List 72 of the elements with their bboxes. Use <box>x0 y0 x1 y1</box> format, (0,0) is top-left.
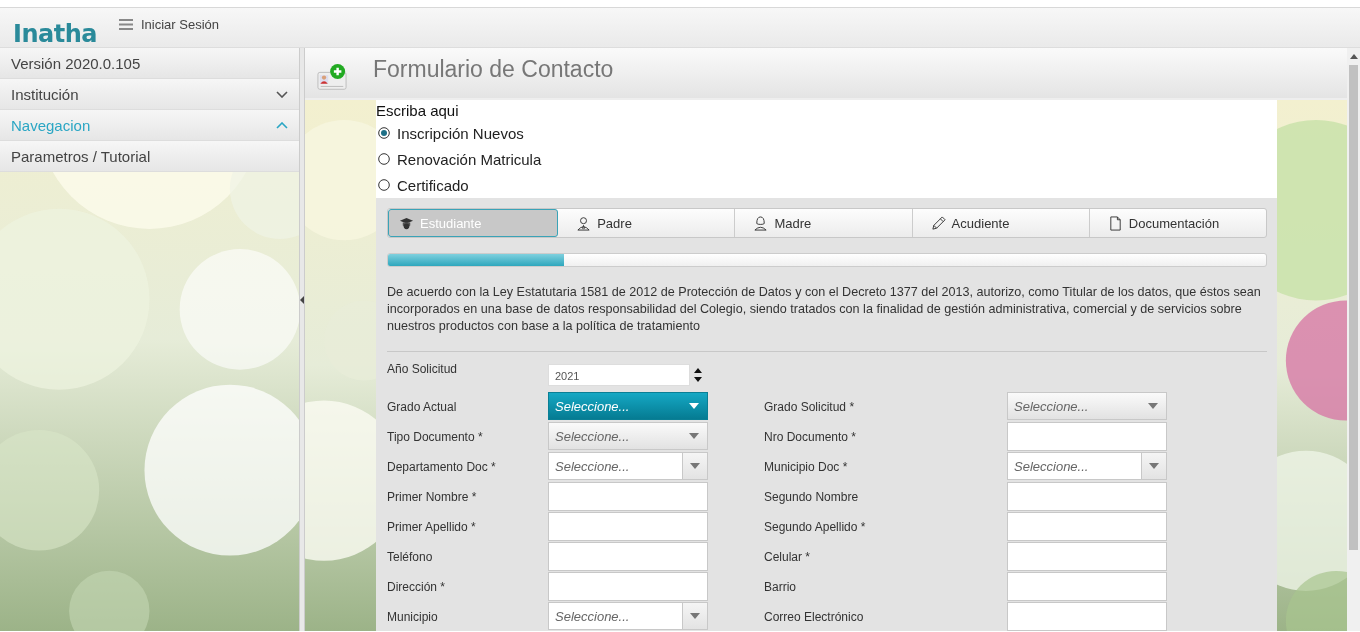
field-label: Dirección * <box>387 579 447 594</box>
input-field[interactable] <box>1007 422 1167 451</box>
menu-icon[interactable] <box>118 19 133 30</box>
person-icon <box>576 215 592 231</box>
prompt-text: Escriba aqui <box>376 102 460 120</box>
dropdown[interactable]: Seleccione... <box>548 452 708 480</box>
scroll-up-icon[interactable] <box>1349 54 1358 59</box>
field-label: Grado Solicitud * <box>764 399 856 414</box>
dropdown-button[interactable] <box>682 453 707 479</box>
field-label: Nro Documento * <box>764 429 858 444</box>
sidebar-item[interactable]: Parametros / Tutorial <box>0 141 299 172</box>
caret-icon <box>690 613 700 619</box>
field-label: Tipo Documento * <box>387 429 484 444</box>
input-field[interactable] <box>548 572 708 601</box>
field-label: Año Solicitud <box>387 362 459 376</box>
radio-option[interactable]: Inscripción Nuevos <box>376 120 1277 146</box>
number-field[interactable]: 2021 <box>548 364 690 386</box>
caret-icon <box>689 433 699 439</box>
dropdown-button[interactable] <box>1141 453 1166 479</box>
input-field[interactable] <box>548 512 708 541</box>
field-label: Celular * <box>764 549 812 564</box>
add-contact-icon <box>316 63 348 93</box>
dropdown[interactable]: Seleccione... <box>1007 392 1167 420</box>
dropdown[interactable]: Seleccione... <box>548 392 708 420</box>
field-label: Barrio <box>764 579 797 594</box>
dropdown[interactable]: Seleccione... <box>548 422 708 450</box>
input-field[interactable] <box>1007 512 1167 541</box>
caret-icon <box>1148 403 1158 409</box>
input-field[interactable] <box>548 482 708 511</box>
field-label: Municipio <box>387 609 439 624</box>
caret-icon <box>1149 463 1159 469</box>
input-field[interactable] <box>1007 482 1167 511</box>
scroll-thumb[interactable] <box>1349 65 1358 550</box>
field-label: Segundo Nombre <box>764 489 860 504</box>
pencil-icon <box>930 215 946 231</box>
field-label: Primer Apellido * <box>387 519 477 534</box>
sidebar-item[interactable]: Institución <box>0 79 299 110</box>
caret-icon <box>689 403 699 409</box>
dropdown-button[interactable] <box>682 603 707 629</box>
graduation-cap-icon <box>399 215 414 231</box>
field-label: Correo Electrónico <box>764 609 865 624</box>
radio-icon[interactable] <box>378 153 390 165</box>
page-title: Formulario de Contacto <box>373 55 614 83</box>
field-label: Teléfono <box>387 549 434 564</box>
person-icon <box>753 215 769 231</box>
dropdown[interactable]: Seleccione... <box>1007 452 1167 480</box>
dropdown[interactable]: Seleccione... <box>548 602 708 630</box>
consent-text: De acuerdo con la Ley Estatutaria 1581 de 2012 de Protección de Datos y con el Decreto 1377 del 2013, autorizo, como Titular de los datos, que éstos sean incorporados en una base de datos responsabilidad del Colegio, siendo tratados con la finalidad de gestión administrativa, comercial y de servicios sobre nuestros productos con base a la política de tratamiento <box>387 284 1262 335</box>
menu-button[interactable]: Iniciar Sesión <box>118 17 219 32</box>
document-icon <box>1107 215 1123 231</box>
radio-icon[interactable] <box>378 127 390 139</box>
logo: Inatha <box>13 19 97 49</box>
field-label: Grado Actual <box>387 399 458 414</box>
input-field[interactable] <box>548 542 708 571</box>
radio-option[interactable]: Certificado <box>376 172 1277 198</box>
field-label: Primer Nombre * <box>387 489 478 504</box>
field-label: Departamento Doc * <box>387 459 497 474</box>
sidebar-item[interactable]: Versión 2020.0.105 <box>0 48 299 79</box>
wizard-step[interactable]: Documentación <box>1089 209 1266 237</box>
spinner-icon[interactable] <box>694 367 702 383</box>
input-field[interactable] <box>1007 572 1167 601</box>
field-label: Municipio Doc * <box>764 459 849 474</box>
radio-icon[interactable] <box>378 179 390 191</box>
wizard-step[interactable]: Madre <box>735 209 913 237</box>
input-field[interactable] <box>1007 542 1167 571</box>
caret-icon <box>690 463 700 469</box>
radio-option[interactable]: Renovación Matricula <box>376 146 1277 172</box>
field-label: Segundo Apellido * <box>764 519 867 534</box>
scrollbar[interactable] <box>1347 48 1360 631</box>
wizard-step[interactable]: Acudiente <box>912 209 1090 237</box>
input-field[interactable] <box>1007 602 1167 631</box>
wizard-step[interactable]: Padre <box>558 209 736 237</box>
